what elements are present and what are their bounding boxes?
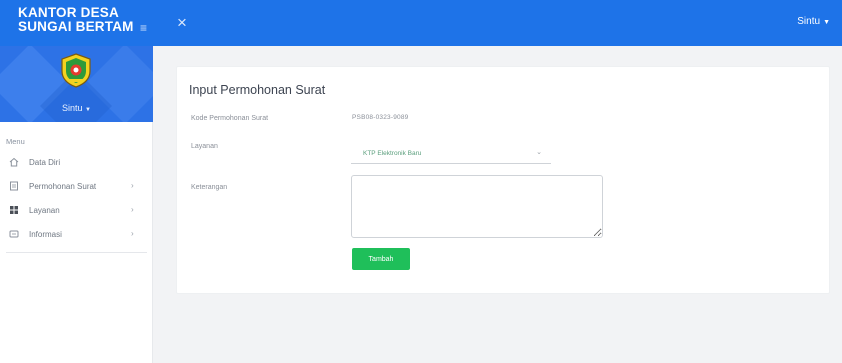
profile-name[interactable]: Sintu ▼: [0, 103, 153, 113]
chevron-down-icon: ▼: [85, 107, 91, 113]
chevron-right-icon: ›: [131, 205, 134, 214]
chevron-right-icon: ›: [131, 181, 134, 190]
sidebar-item-data-diri[interactable]: Data Diri: [0, 150, 153, 174]
sidebar-nav: Data Diri Permohonan Surat › Layanan › I…: [0, 150, 153, 246]
sidebar-item-layanan[interactable]: Layanan ›: [0, 198, 153, 222]
info-icon: [9, 229, 19, 239]
layanan-selected-value: KTP Elektronik Baru: [363, 150, 422, 157]
home-icon: [9, 157, 19, 167]
brand-line-1: KANTOR DESA: [18, 5, 119, 20]
app-brand[interactable]: KANTOR DESA SUNGAI BERTAM: [0, 0, 153, 46]
sidebar-item-informasi[interactable]: Informasi ›: [0, 222, 153, 246]
kode-label: Kode Permohonan Surat: [191, 115, 269, 122]
sidebar-item-label: Data Diri: [29, 157, 61, 167]
user-menu[interactable]: Sintu ▼: [797, 16, 830, 27]
chevron-right-icon: ›: [131, 229, 134, 238]
keterangan-textarea[interactable]: [351, 175, 603, 238]
profile-name-text: Sintu: [62, 103, 83, 113]
chevron-down-icon: ⌄: [536, 149, 542, 156]
layanan-select[interactable]: KTP Elektronik Baru ⌄: [351, 142, 551, 164]
menu-heading: Menu: [6, 137, 25, 146]
brand-line-2: SUNGAI BERTAM: [18, 19, 134, 34]
village-logo: [61, 53, 91, 88]
top-navbar: KANTOR DESA SUNGAI BERTAM ≡ × Sintu ▼: [0, 0, 842, 46]
user-name: Sintu: [797, 16, 821, 27]
sidebar-item-permohonan-surat[interactable]: Permohonan Surat ›: [0, 174, 153, 198]
sidebar-profile: Sintu ▼: [0, 46, 153, 122]
sidebar: Sintu ▼ Menu Data Diri Permohonan Surat …: [0, 46, 153, 363]
sidebar-item-label: Layanan: [29, 205, 60, 215]
sidebar-item-label: Permohonan Surat: [29, 181, 97, 191]
form-card: Input Permohonan Surat Kode Permohonan S…: [176, 66, 830, 294]
hamburger-icon[interactable]: ≡: [140, 21, 147, 35]
layanan-label: Layanan: [191, 143, 218, 150]
sidebar-item-label: Informasi: [29, 229, 62, 239]
grid-icon: [9, 205, 19, 215]
keterangan-label: Keterangan: [191, 184, 228, 191]
document-icon: [9, 181, 19, 191]
tambah-button[interactable]: Tambah: [352, 248, 410, 270]
close-icon[interactable]: ×: [177, 14, 187, 31]
kode-value: PSB08-0323-9089: [352, 114, 409, 121]
sidebar-divider: [6, 252, 147, 253]
chevron-down-icon: ▼: [823, 19, 830, 26]
page-title: Input Permohonan Surat: [189, 83, 326, 97]
